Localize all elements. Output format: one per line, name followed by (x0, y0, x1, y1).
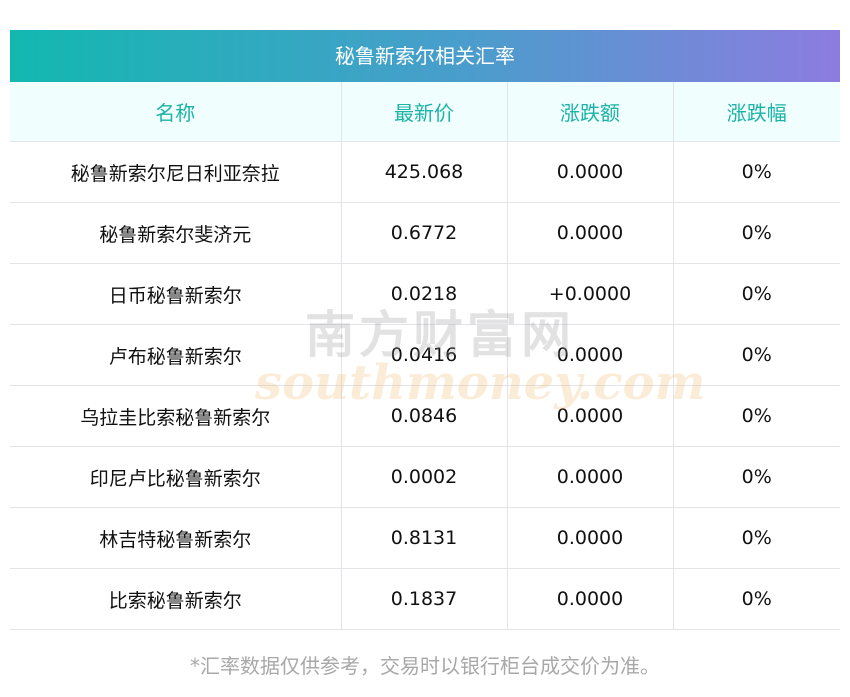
cell-name: 日币秘鲁新索尔 (10, 263, 342, 325)
cell-pct: 0% (672, 507, 840, 569)
cell-price: 425.068 (340, 141, 508, 203)
cell-name: 秘鲁新索尔尼日利亚奈拉 (10, 141, 342, 203)
cell-name: 秘鲁新索尔斐济元 (10, 202, 342, 264)
cell-pct: 0% (672, 446, 840, 508)
cell-pct: 0% (672, 385, 840, 447)
cell-price: 0.0846 (340, 385, 508, 447)
table-row: 日币秘鲁新索尔 0.0218 +0.0000 0% (10, 263, 840, 325)
cell-price: 0.6772 (340, 202, 508, 264)
cell-pct: 0% (672, 324, 840, 386)
cell-pct: 0% (672, 202, 840, 264)
cell-price: 0.8131 (340, 507, 508, 569)
col-header-change: 涨跌额 (506, 82, 674, 142)
table-title: 秘鲁新索尔相关汇率 (10, 30, 840, 82)
cell-change: 0.0000 (506, 324, 674, 386)
table-row: 乌拉圭比索秘鲁新索尔 0.0846 0.0000 0% (10, 385, 840, 447)
cell-change: 0.0000 (506, 507, 674, 569)
cell-price: 0.1837 (340, 568, 508, 630)
cell-change: 0.0000 (506, 141, 674, 203)
cell-name: 林吉特秘鲁新索尔 (10, 507, 342, 569)
cell-name: 比索秘鲁新索尔 (10, 568, 342, 630)
col-header-pct: 涨跌幅 (672, 82, 840, 142)
disclaimer-footer: *汇率数据仅供参考，交易时以银行柜台成交价为准。 (190, 654, 660, 678)
cell-name: 印尼卢比秘鲁新索尔 (10, 446, 342, 508)
table-row: 林吉特秘鲁新索尔 0.8131 0.0000 0% (10, 507, 840, 569)
table-row: 秘鲁新索尔尼日利亚奈拉 425.068 0.0000 0% (10, 141, 840, 203)
cell-price: 0.0218 (340, 263, 508, 325)
cell-pct: 0% (672, 263, 840, 325)
table-row: 比索秘鲁新索尔 0.1837 0.0000 0% (10, 568, 840, 630)
header-row: 名称 最新价 涨跌额 涨跌幅 (10, 82, 840, 142)
cell-pct: 0% (672, 568, 840, 630)
cell-pct: 0% (672, 141, 840, 203)
cell-price: 0.0002 (340, 446, 508, 508)
rate-table: 名称 最新价 涨跌额 涨跌幅 秘鲁新索尔尼日利亚奈拉 425.068 0.0000 0… (10, 82, 840, 630)
col-header-name: 名称 (10, 82, 342, 142)
cell-name: 乌拉圭比索秘鲁新索尔 (10, 385, 342, 447)
cell-change: 0.0000 (506, 568, 674, 630)
cell-price: 0.0416 (340, 324, 508, 386)
rate-table-panel: 秘鲁新索尔相关汇率 名称 最新价 涨跌额 涨跌幅 秘鲁新索尔尼日利亚奈拉 425.… (10, 30, 840, 630)
cell-change: 0.0000 (506, 385, 674, 447)
cell-change: +0.0000 (506, 263, 674, 325)
cell-change: 0.0000 (506, 202, 674, 264)
table-row: 卢布秘鲁新索尔 0.0416 0.0000 0% (10, 324, 840, 386)
table-row: 印尼卢比秘鲁新索尔 0.0002 0.0000 0% (10, 446, 840, 508)
table-row: 秘鲁新索尔斐济元 0.6772 0.0000 0% (10, 202, 840, 264)
col-header-price: 最新价 (340, 82, 508, 142)
cell-name: 卢布秘鲁新索尔 (10, 324, 342, 386)
cell-change: 0.0000 (506, 446, 674, 508)
